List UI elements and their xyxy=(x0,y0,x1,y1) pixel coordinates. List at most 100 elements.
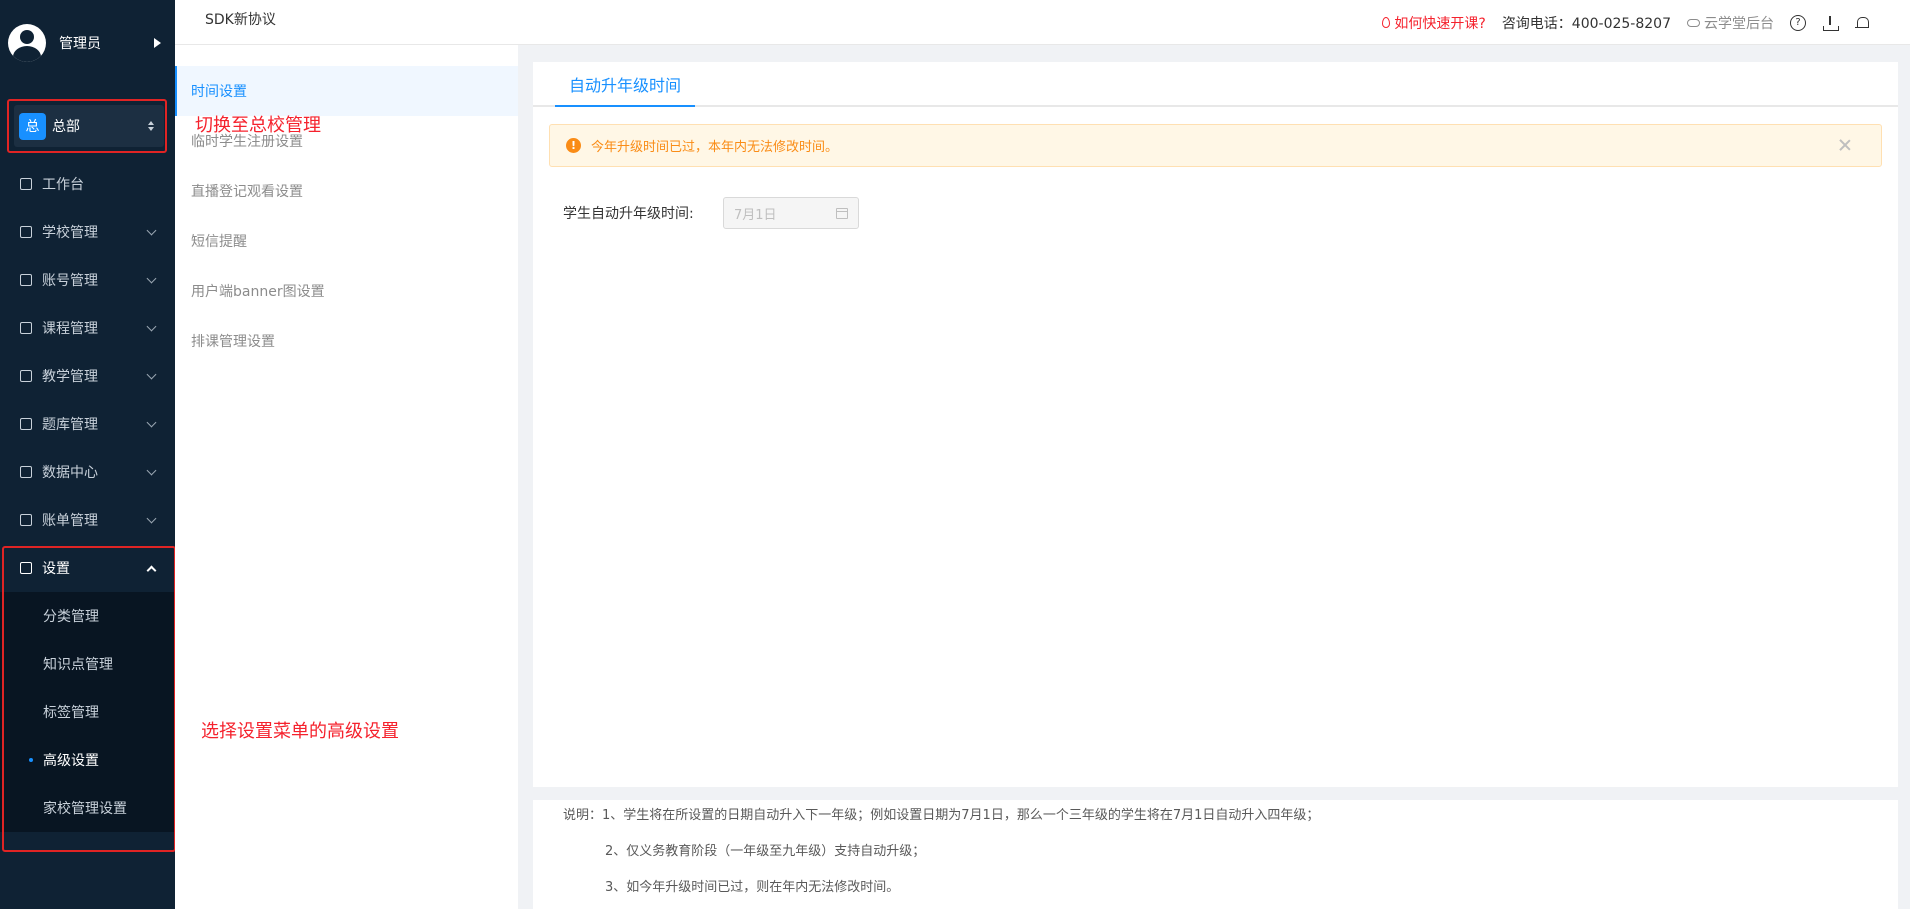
sidebar-item-account[interactable]: 账号管理 xyxy=(0,256,175,304)
sidebar-menu: 工作台 学校管理 账号管理 课程管理 教学管理 题库管理 数据中心 账单管理 设… xyxy=(0,160,175,832)
date-value: 7月1日 xyxy=(734,207,777,223)
subnav-item-banner[interactable]: 用户端banner图设置 xyxy=(175,266,518,316)
campus-badge: 总 xyxy=(19,112,46,140)
user-name: 管理员 xyxy=(59,36,101,52)
sidebar-item-label: 题库管理 xyxy=(42,417,98,433)
sidebar-item-label: 设置 xyxy=(42,561,70,577)
help-icon[interactable]: ? xyxy=(1790,14,1806,31)
sidebar-item-label: 课程管理 xyxy=(42,321,98,337)
sidebar-subitem-label: 标签管理 xyxy=(43,705,99,721)
chart-icon xyxy=(20,466,32,478)
upgrade-date-picker[interactable]: 7月1日 xyxy=(723,197,859,229)
sidebar-subitem-label: 家校管理设置 xyxy=(43,801,127,817)
main-panel: 自动升年级时间 ! 今年升级时间已过，本年内无法修改时间。 学生自动升年级时间:… xyxy=(533,62,1898,787)
note-line: 说明：1、学生将在所设置的日期自动升入下一年级；例如设置日期为7月1日，那么一个… xyxy=(563,808,1320,823)
chevron-up-icon xyxy=(146,565,157,575)
caret-right-icon xyxy=(154,38,161,48)
sidebar-subitem-tags[interactable]: 标签管理 xyxy=(0,688,175,736)
campus-switcher[interactable]: 总 总部 xyxy=(14,105,164,147)
sidebar-item-label: 账号管理 xyxy=(42,273,98,289)
upgrade-time-label: 学生自动升年级时间: xyxy=(563,206,694,222)
sidebar-item-teaching[interactable]: 教学管理 xyxy=(0,352,175,400)
note-line: 3、如今年升级时间已过，则在年内无法修改时间。 xyxy=(605,880,900,895)
close-icon[interactable] xyxy=(1839,139,1851,151)
annotation-select-advanced: 选择设置菜单的高级设置 xyxy=(201,721,399,742)
sidebar-subitem-label: 分类管理 xyxy=(43,609,99,625)
question-bank-icon xyxy=(20,418,32,430)
sidebar-subitem-advanced[interactable]: 高级设置 xyxy=(0,736,175,784)
topbar: SDK新协议 如何快速开课? 咨询电话：400-025-8207 云学堂后台 ? xyxy=(175,0,1910,45)
settings-subnav: 时间设置 临时学生注册设置 直播登记观看设置 短信提醒 用户端banner图设置… xyxy=(175,45,518,909)
sidebar-subitem-category[interactable]: 分类管理 xyxy=(0,592,175,640)
bell-icon[interactable] xyxy=(1854,15,1870,31)
sidebar-item-label: 数据中心 xyxy=(42,465,98,481)
chevron-down-icon xyxy=(146,417,157,427)
settings-submenu: 分类管理 知识点管理 标签管理 高级设置 家校管理设置 xyxy=(0,592,175,832)
school-icon xyxy=(20,226,32,238)
quick-start-label: 如何快速开课? xyxy=(1394,15,1486,32)
sidebar-subitem-knowledge[interactable]: 知识点管理 xyxy=(0,640,175,688)
topbar-actions: 如何快速开课? 咨询电话：400-025-8207 云学堂后台 ? xyxy=(1382,0,1870,45)
avatar xyxy=(8,24,46,62)
sidebar-subitem-home-school[interactable]: 家校管理设置 xyxy=(0,784,175,832)
sidebar-item-school[interactable]: 学校管理 xyxy=(0,208,175,256)
cloud-backend-label: 云学堂后台 xyxy=(1704,15,1774,32)
grid-icon xyxy=(20,562,32,574)
sidebar-item-workbench[interactable]: 工作台 xyxy=(0,160,175,208)
sidebar-item-label: 教学管理 xyxy=(42,369,98,385)
campus-name: 总部 xyxy=(52,119,80,135)
sidebar-item-data-center[interactable]: 数据中心 xyxy=(0,448,175,496)
sidebar-item-settings[interactable]: 设置 xyxy=(0,544,175,592)
phone-text: 咨询电话：400-025-8207 xyxy=(1501,15,1671,32)
subnav-item-label: 短信提醒 xyxy=(191,234,247,250)
user-menu[interactable]: 管理员 xyxy=(0,0,175,86)
subnav-item-label: 排课管理设置 xyxy=(191,334,275,350)
notes-panel: 说明：1、学生将在所设置的日期自动升入下一年级；例如设置日期为7月1日，那么一个… xyxy=(533,800,1898,909)
cloud-icon xyxy=(1687,18,1700,27)
subnav-item-live-register[interactable]: 直播登记观看设置 xyxy=(175,166,518,216)
alert-text: 今年升级时间已过，本年内无法修改时间。 xyxy=(591,140,839,155)
warning-icon: ! xyxy=(566,138,581,153)
sidebar: 管理员 总 总部 工作台 学校管理 账号管理 课程管理 教学管理 题库管理 数据… xyxy=(0,0,176,909)
sidebar-item-label: 工作台 xyxy=(42,177,84,193)
sidebar-item-course[interactable]: 课程管理 xyxy=(0,304,175,352)
campus-switcher-highlight: 总 总部 xyxy=(7,99,167,153)
sidebar-subitem-label: 知识点管理 xyxy=(43,657,113,673)
chevron-down-icon xyxy=(146,225,157,235)
tab-auto-upgrade[interactable]: 自动升年级时间 xyxy=(555,62,696,107)
monitor-icon xyxy=(20,178,32,190)
subnav-item-sms[interactable]: 短信提醒 xyxy=(175,216,518,266)
bill-icon xyxy=(20,514,32,526)
subnav-item-label: 时间设置 xyxy=(191,84,247,100)
sidebar-item-label: 学校管理 xyxy=(42,225,98,241)
subnav-item-label: 用户端banner图设置 xyxy=(191,284,325,300)
chevron-down-icon xyxy=(146,513,157,523)
sidebar-item-billing[interactable]: 账单管理 xyxy=(0,496,175,544)
tab-label: 自动升年级时间 xyxy=(569,75,682,95)
annotation-switch-campus: 切换至总校管理 xyxy=(195,115,321,136)
warning-alert: ! 今年升级时间已过，本年内无法修改时间。 xyxy=(549,124,1882,167)
chevron-down-icon xyxy=(146,321,157,331)
chevron-down-icon xyxy=(146,369,157,379)
note-line: 2、仅义务教育阶段（一年级至九年级）支持自动升级； xyxy=(605,844,926,859)
sidebar-subitem-label: 高级设置 xyxy=(43,753,99,769)
subnav-item-label: 直播登记观看设置 xyxy=(191,184,303,200)
subnav-item-time[interactable]: 时间设置 xyxy=(175,66,518,116)
subnav-item-schedule[interactable]: 排课管理设置 xyxy=(175,316,518,366)
calendar-icon xyxy=(836,207,848,219)
sort-icon xyxy=(148,121,154,131)
sidebar-item-label: 账单管理 xyxy=(42,513,98,529)
cloud-backend-link[interactable]: 云学堂后台 xyxy=(1687,13,1774,33)
tab-bar: 自动升年级时间 xyxy=(533,62,1898,107)
flame-icon xyxy=(1382,17,1391,28)
quick-start-link[interactable]: 如何快速开课? xyxy=(1382,13,1486,33)
users-icon xyxy=(20,274,32,286)
chevron-down-icon xyxy=(146,273,157,283)
download-icon[interactable] xyxy=(1822,15,1839,31)
sidebar-item-question-bank[interactable]: 题库管理 xyxy=(0,400,175,448)
chevron-down-icon xyxy=(146,465,157,475)
teaching-icon xyxy=(20,370,32,382)
upgrade-time-row: 学生自动升年级时间: 7月1日 xyxy=(563,197,859,229)
page-title: SDK新协议 xyxy=(205,12,276,28)
book-icon xyxy=(20,322,32,334)
